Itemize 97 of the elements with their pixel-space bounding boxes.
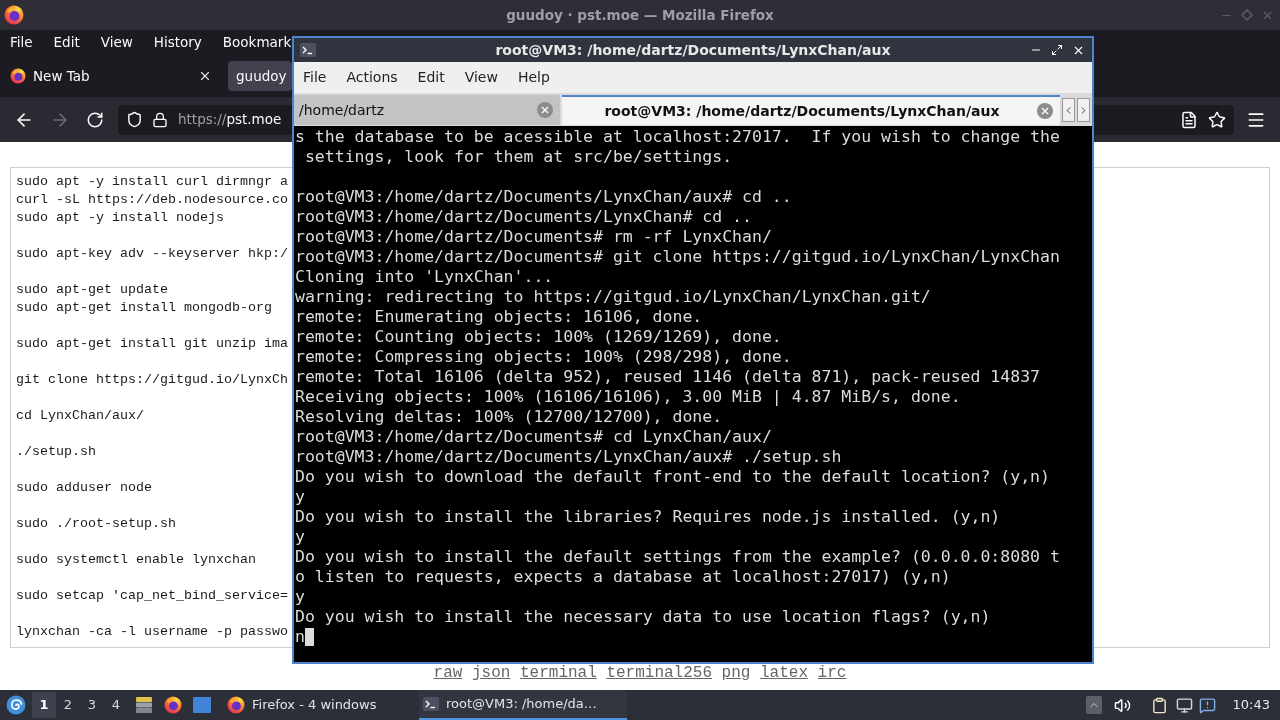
menu-item[interactable]: Actions <box>346 67 398 88</box>
firefox-logo-icon <box>4 5 24 25</box>
code-line: sudo apt-get update <box>16 281 168 299</box>
format-link[interactable]: irc <box>817 665 847 681</box>
terminal-line: remote: Compressing objects: 100% (298/298), done. <box>295 347 792 367</box>
menu-item[interactable]: File <box>303 67 327 88</box>
tray-expand-button[interactable] <box>1085 696 1102 714</box>
workspace-button[interactable]: 4 <box>104 692 128 718</box>
terminal-line: root@VM3:/home/dartz/Documents/LynxChan/aux# ./setup.sh <box>295 447 842 467</box>
workspace-button[interactable]: 3 <box>80 692 104 718</box>
window-title: guudoy · pst.moe — Mozilla Firefox <box>506 5 774 25</box>
terminal-line: warning: redirecting to https://gitgud.io/LynxChan/LynxChan.git/ <box>295 287 931 307</box>
terminal-line: Receiving objects: 100% (16106/16106), 3.00 MiB | 4.87 MiB/s, done. <box>295 387 961 407</box>
firefox-logo-icon <box>164 696 182 714</box>
code-line: sudo apt -y install nodejs <box>16 209 224 227</box>
menu-item[interactable]: Edit <box>53 32 80 53</box>
code-line: cd LynxChan/aux/ <box>16 407 144 425</box>
format-link[interactable]: terminal <box>519 665 597 681</box>
terminal-line: remote: Total 16106 (delta 952), reused 1146 (delta 871), pack-reused 14837 <box>295 367 1041 387</box>
format-link[interactable]: terminal256 <box>606 665 712 681</box>
url-field[interactable]: https://pst.moe <box>118 104 292 135</box>
maximize-icon[interactable] <box>1051 44 1063 56</box>
tab-title: root@VM3: /home/dartz/Documents/LynxChan/aux <box>603 101 1001 121</box>
terminal-line: root@VM3:/home/dartz/Documents# git clone https://gitgud.io/LynxChan/LynxChan <box>295 247 1060 267</box>
task-button[interactable]: Firefox - 4 windows <box>223 690 415 720</box>
task-title: Firefox - 4 windows <box>252 696 377 715</box>
terminal-line: Do you wish to install the libraries? Requires node.js installed. (y,n) <box>295 507 1001 527</box>
lock-icon[interactable] <box>152 111 168 128</box>
code-line: sudo apt-key adv --keyserver hkp:/ <box>16 245 288 263</box>
terminal-line: y <box>295 527 305 547</box>
code-line: sudo apt-get install git unzip ima <box>16 335 288 353</box>
terminal-line: settings, look for them at src/be/settings. <box>303 147 733 167</box>
terminal-line: root@VM3:/home/dartz/Documents# cd LynxChan/aux/ <box>295 427 772 447</box>
terminal-line: Do you wish to install the necessary data to use location flags? (y,n) <box>295 607 991 627</box>
format-link[interactable]: png <box>721 665 751 681</box>
terminal-line: n <box>295 627 305 647</box>
terminal-line: Do you wish to install the default settings from the example? (0.0.0.0:8080 t <box>295 547 1060 567</box>
code-line: lynxchan -ca -l username -p passwo <box>16 623 288 641</box>
reader-view-icon[interactable] <box>1180 110 1198 129</box>
menu-item[interactable]: Edit <box>417 67 445 88</box>
firefox-logo-icon <box>10 68 26 84</box>
task-title: root@VM3: /home/da… <box>446 695 597 714</box>
menu-item[interactable]: View <box>464 67 498 88</box>
tab-title: guudoy <box>236 66 287 86</box>
code-line: sudo apt-get install mongodb-org <box>16 299 272 317</box>
workspace-button[interactable]: 2 <box>56 692 80 718</box>
code-line: ./setup.sh <box>16 443 96 461</box>
terminal-line: y <box>295 587 305 607</box>
code-line: sudo systemctl enable lynxchan <box>16 551 256 569</box>
shield-icon[interactable] <box>126 111 143 128</box>
clock[interactable]: 10:43 <box>1232 695 1270 715</box>
format-link[interactable]: latex <box>760 665 808 681</box>
browser-tab[interactable]: guudoy <box>228 61 292 91</box>
clipboard-icon[interactable] <box>1150 696 1168 714</box>
workspace-button[interactable]: 1 <box>32 692 56 718</box>
terminal-icon <box>300 43 316 57</box>
terminal-line: root@VM3:/home/dartz/Documents/LynxChan/aux# cd .. <box>295 187 792 207</box>
monitor-icon[interactable] <box>1175 696 1193 714</box>
menu-item[interactable]: View <box>100 32 133 53</box>
terminal-line: y <box>295 487 305 507</box>
menu-item[interactable]: File <box>10 32 33 53</box>
swirl-logo-icon[interactable] <box>6 695 26 715</box>
tab-title: New Tab <box>33 66 90 86</box>
code-line: curl -sL https://deb.nodesource.co <box>16 191 288 209</box>
file-drawer-icon[interactable] <box>135 696 153 714</box>
terminal-line: remote: Counting objects: 100% (1269/1269), done. <box>295 327 782 347</box>
task-button[interactable]: root@VM3: /home/da… <box>419 690 627 720</box>
code-line: git clone https://gitgud.io/LynxCh <box>16 371 288 389</box>
terminal-line: Resolving deltas: 100% (12700/12700), done. <box>295 407 723 427</box>
menu-item[interactable]: History <box>153 32 202 53</box>
reload-icon[interactable] <box>86 110 104 129</box>
tab-close-icon[interactable] <box>198 69 212 83</box>
window-title: root@VM3: /home/dartz/Documents/LynxChan/aux <box>495 40 891 60</box>
terminal-line: Cloning into 'LynxChan'... <box>295 267 554 287</box>
terminal-line: s the database to be acessible at localhost:27017. If you wish to change the <box>295 127 1060 147</box>
notification-icon[interactable] <box>1198 696 1216 714</box>
format-link[interactable]: raw <box>433 665 463 681</box>
terminal-tab[interactable]: /home/dartz <box>294 95 560 125</box>
firefox-logo-icon <box>227 696 245 714</box>
tab-title: /home/dartz <box>299 100 386 120</box>
terminal-line: o listen to requests, expects a database at localhost:27017) (y,n) <box>295 567 951 587</box>
star-icon[interactable] <box>1208 110 1226 129</box>
code-line: sudo setcap 'cap_net_bind_service= <box>16 587 288 605</box>
terminal-line: Do you wish to download the default front-end to the default location? (y,n) <box>295 467 1050 487</box>
terminal-tab[interactable]: root@VM3: /home/dartz/Documents/LynxChan/aux <box>562 95 1060 125</box>
menu-item[interactable]: Help <box>517 67 550 88</box>
menu-item[interactable]: Bookmark <box>222 32 292 53</box>
format-link[interactable]: json <box>471 665 511 681</box>
terminal-line: root@VM3:/home/dartz/Documents/LynxChan# cd .. <box>295 207 752 227</box>
terminal-line: root@VM3:/home/dartz/Documents# rm -rf LynxChan/ <box>295 227 772 247</box>
terminal-icon <box>423 697 439 711</box>
code-line: sudo ./root-setup.sh <box>16 515 176 533</box>
code-line: sudo apt -y install curl dirmngr a <box>16 173 288 191</box>
volume-icon[interactable] <box>1113 696 1131 714</box>
code-line: sudo adduser node <box>16 479 152 497</box>
browser-tab[interactable]: New Tab <box>2 61 220 91</box>
terminal-line: remote: Enumerating objects: 16106, done. <box>295 307 703 327</box>
